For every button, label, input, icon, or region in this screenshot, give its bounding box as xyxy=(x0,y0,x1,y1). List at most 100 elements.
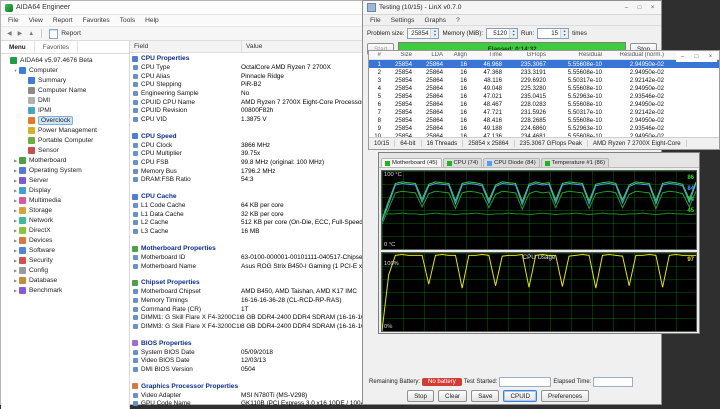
results-col-size[interactable]: Size xyxy=(385,52,416,58)
expand-icon[interactable]: ▶ xyxy=(12,218,19,223)
spinner-arrows-icon[interactable]: ▲▼ xyxy=(560,29,568,38)
sidebar-item-security[interactable]: ▶Security xyxy=(1,255,129,265)
sidebar-item-computer[interactable]: ▼Computer xyxy=(1,65,129,75)
up-icon[interactable]: ▲ xyxy=(25,31,37,37)
sidebar-item-summary[interactable]: Summary xyxy=(1,75,129,85)
results-cell: 5.50317e-10 xyxy=(550,109,606,116)
results-row[interactable]: 825854258641648.416228.26855.55608e-102.… xyxy=(369,116,719,124)
sidebar-item-dmi[interactable]: DMI xyxy=(1,95,129,105)
collapse-icon[interactable]: ▼ xyxy=(12,68,19,73)
sidebar-item-config[interactable]: ▶Config xyxy=(1,265,129,275)
graph-tab-motherboard-45[interactable]: Motherboard (45) xyxy=(381,158,442,167)
sidebar-item-directx[interactable]: ▶DirectX xyxy=(1,225,129,235)
sidebar-item-software[interactable]: ▶Software xyxy=(1,245,129,255)
linx-minimize-button[interactable]: – xyxy=(620,3,633,13)
expand-icon[interactable]: ▶ xyxy=(12,278,19,283)
sidebar-item-multimedia[interactable]: ▶Multimedia xyxy=(1,195,129,205)
sidebar-item-benchmark[interactable]: ▶Benchmark xyxy=(1,285,129,295)
expand-icon[interactable]: ▶ xyxy=(12,248,19,253)
field-name: L2 Cache xyxy=(141,219,241,226)
column-header-field[interactable]: Field xyxy=(130,41,242,52)
problem-size-input[interactable]: 25854 ▲▼ xyxy=(407,28,439,39)
expand-icon[interactable]: ▶ xyxy=(12,258,19,263)
results-maximize-button[interactable]: □ xyxy=(690,52,703,62)
sidebar-item-motherboard[interactable]: ▶Motherboard xyxy=(1,155,129,165)
linx-menu-file[interactable]: File xyxy=(365,17,386,24)
expand-icon[interactable]: ▶ xyxy=(12,178,19,183)
spinner-arrows-icon[interactable]: ▲▼ xyxy=(430,29,438,38)
results-row[interactable]: 725854258641647.721231.59265.50317e-102.… xyxy=(369,108,719,116)
sidebar-item-aida64-v5-97-4676-beta[interactable]: AIDA64 v5.97.4676 Beta xyxy=(1,55,129,65)
results-col-time[interactable]: Time xyxy=(471,52,506,58)
sidebar-item-server[interactable]: ▶Server xyxy=(1,175,129,185)
expand-icon[interactable]: ▶ xyxy=(12,188,19,193)
legend-swatch-icon xyxy=(487,161,492,166)
sidebar-item-storage[interactable]: ▶Storage xyxy=(1,205,129,215)
linx-titlebar[interactable]: Testing (10/15) - LinX v0.7.0 –□× xyxy=(363,1,661,15)
menu-file[interactable]: File xyxy=(3,17,24,24)
back-icon[interactable]: ◀ xyxy=(4,30,15,37)
results-row[interactable]: 925854258641649.188224.68605.52963e-102.… xyxy=(369,124,719,132)
sidebar-item-sensor[interactable]: Sensor xyxy=(1,145,129,155)
report-button[interactable]: Report xyxy=(46,29,84,39)
expand-icon[interactable]: ▶ xyxy=(12,168,19,173)
linx-menu-settings[interactable]: Settings xyxy=(386,17,420,24)
expand-icon[interactable]: ▶ xyxy=(12,288,19,293)
expand-icon[interactable]: ▶ xyxy=(12,208,19,213)
expand-icon[interactable]: ▶ xyxy=(12,238,19,243)
results-col-gflops[interactable]: GFlops xyxy=(506,52,550,58)
linx-maximize-button[interactable]: □ xyxy=(633,3,646,13)
cpuid-button[interactable]: CPUID xyxy=(503,390,537,402)
results-close-button[interactable]: × xyxy=(704,52,717,62)
menu-tools[interactable]: Tools xyxy=(115,17,140,24)
sidebar-item-power-management[interactable]: Power Management xyxy=(1,125,129,135)
sidebar-tab-favorites[interactable]: Favorites xyxy=(35,41,78,53)
save-button[interactable]: Save xyxy=(471,390,499,402)
sidebar-item-portable-computer[interactable]: Portable Computer xyxy=(1,135,129,145)
menu-favorites[interactable]: Favorites xyxy=(78,17,115,24)
menu-report[interactable]: Report xyxy=(48,17,78,24)
results-col-residual[interactable]: Residual xyxy=(550,52,606,58)
sidebar-item-overclock[interactable]: Overclock xyxy=(1,115,129,125)
expand-icon[interactable]: ▶ xyxy=(12,268,19,273)
preferences-button[interactable]: Preferences xyxy=(541,390,589,402)
forward-icon[interactable]: ▶ xyxy=(15,30,26,37)
sidebar-tab-menu[interactable]: Menu xyxy=(1,41,35,53)
results-row[interactable]: 125854258641646.968235.30675.55608e-102.… xyxy=(369,60,719,68)
results-row[interactable]: 525854258641647.021235.04155.52963e-102.… xyxy=(369,92,719,100)
results-col-lda[interactable]: LDA xyxy=(416,52,447,58)
spinner-arrows-icon[interactable]: ▲▼ xyxy=(509,29,517,38)
server-icon xyxy=(19,177,26,184)
sidebar-item-computer-name[interactable]: Computer Name xyxy=(1,85,129,95)
sidebar-item-network[interactable]: ▶Network xyxy=(1,215,129,225)
results-col-align[interactable]: Align xyxy=(447,52,471,58)
sidebar-item-database[interactable]: ▶Database xyxy=(1,275,129,285)
menu-help[interactable]: Help xyxy=(140,17,164,24)
sidebar-item-devices[interactable]: ▶Devices xyxy=(1,235,129,245)
graph-tab-cpu-74[interactable]: CPU (74) xyxy=(443,158,483,167)
results-row[interactable]: 325854258641648.116229.69205.50317e-102.… xyxy=(369,76,719,84)
graph-tab-cpu-diode-84[interactable]: CPU Diode (84) xyxy=(483,158,540,167)
expand-icon[interactable]: ▶ xyxy=(12,228,19,233)
results-row[interactable]: 425854258641649.048225.32805.55608e-102.… xyxy=(369,84,719,92)
linx-close-button[interactable]: × xyxy=(646,3,659,13)
results-minimize-button[interactable]: – xyxy=(676,52,689,62)
linx-menu-graphs[interactable]: Graphs xyxy=(419,17,451,24)
field-icon xyxy=(133,74,138,79)
clear-button[interactable]: Clear xyxy=(438,390,467,402)
expand-icon[interactable]: ▶ xyxy=(12,158,19,163)
results-col-num[interactable]: # xyxy=(369,52,385,58)
run-input[interactable]: 15 ▲▼ xyxy=(537,28,569,39)
sidebar-item-operating-system[interactable]: ▶Operating System xyxy=(1,165,129,175)
memory-input[interactable]: 5120 ▲▼ xyxy=(486,28,518,39)
sidebar-item-ipmi[interactable]: IPMI xyxy=(1,105,129,115)
linx-menu-num[interactable]: ? xyxy=(451,17,465,24)
sidebar-item-display[interactable]: ▶Display xyxy=(1,185,129,195)
results-col-residual-norm[interactable]: Residual (norm.) xyxy=(606,52,668,58)
graph-tab-temperature-1-86[interactable]: Temperature #1 (86) xyxy=(541,158,609,167)
results-row[interactable]: 625854258641648.467228.02835.55608e-102.… xyxy=(369,100,719,108)
stop-button[interactable]: Stop xyxy=(407,390,434,402)
menu-view[interactable]: View xyxy=(24,17,48,24)
results-row[interactable]: 225854258641647.368233.31915.55608e-102.… xyxy=(369,68,719,76)
expand-icon[interactable]: ▶ xyxy=(12,198,19,203)
